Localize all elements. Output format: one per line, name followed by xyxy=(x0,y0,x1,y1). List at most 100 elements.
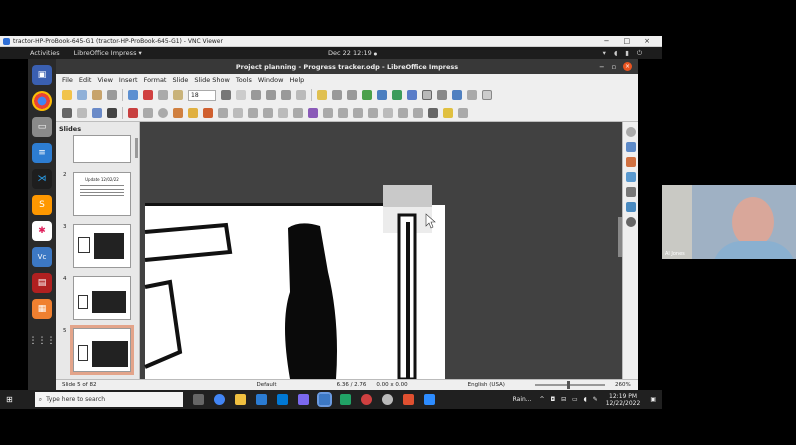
basic-shapes-icon[interactable] xyxy=(218,107,228,118)
arrow-icon[interactable] xyxy=(173,107,183,118)
slide-transition-icon[interactable] xyxy=(625,142,636,152)
templates-icon[interactable] xyxy=(77,90,87,100)
select-icon[interactable] xyxy=(62,107,72,118)
search-box[interactable]: ⌕ Type here to search xyxy=(34,392,183,407)
zoom-slider-handle[interactable] xyxy=(566,381,570,389)
cut-icon[interactable] xyxy=(143,90,153,100)
flowchart-icon[interactable] xyxy=(263,107,273,118)
styles-icon[interactable] xyxy=(625,187,636,197)
block-arrows-icon[interactable] xyxy=(248,107,258,118)
master-name[interactable]: Default xyxy=(256,382,276,388)
chrome-icon[interactable] xyxy=(32,91,52,111)
line-color-icon[interactable] xyxy=(107,107,117,118)
activities-button[interactable]: Activities xyxy=(30,49,60,57)
outlook-taskbar-icon[interactable] xyxy=(255,394,267,405)
redo-icon[interactable] xyxy=(347,90,357,100)
chart-icon[interactable] xyxy=(407,90,417,100)
screen-icon[interactable]: ▣ xyxy=(32,65,52,85)
menu-file[interactable]: File xyxy=(62,76,73,84)
callouts-icon[interactable] xyxy=(278,107,288,118)
undo-icon[interactable] xyxy=(332,90,342,100)
window-close-button[interactable]: × xyxy=(623,62,632,71)
close-button[interactable]: × xyxy=(644,37,650,45)
3d-objects-icon[interactable] xyxy=(308,107,318,118)
fill-color-icon[interactable] xyxy=(92,107,102,118)
arrange-icon[interactable] xyxy=(353,107,363,118)
onenote-taskbar-icon[interactable] xyxy=(297,394,309,405)
points-icon[interactable] xyxy=(428,107,438,118)
glue-points-icon[interactable] xyxy=(443,107,453,118)
docs-icon[interactable]: ≡ xyxy=(32,143,52,163)
menu-slide[interactable]: Slide xyxy=(172,76,188,84)
copy-icon[interactable] xyxy=(158,90,168,100)
align-right-icon[interactable] xyxy=(266,90,276,100)
window-maximize-icon[interactable]: ▫ xyxy=(612,63,616,71)
slide-thumb-4[interactable]: 4 xyxy=(60,276,136,322)
ellipse-icon[interactable] xyxy=(158,107,168,118)
rectangle-icon[interactable] xyxy=(143,107,153,118)
weather-text[interactable]: Rain... xyxy=(513,396,532,403)
explorer-taskbar-icon[interactable] xyxy=(234,394,246,405)
network-icon[interactable]: ▾ xyxy=(603,49,606,58)
fontwork-icon[interactable] xyxy=(422,90,432,100)
task-view-icon[interactable] xyxy=(192,394,204,405)
justify-icon[interactable] xyxy=(281,90,291,100)
distribute-icon[interactable] xyxy=(368,107,378,118)
language[interactable]: English (USA) xyxy=(468,382,505,388)
stack-icon[interactable]: ▤ xyxy=(32,273,52,293)
minimize-button[interactable]: − xyxy=(604,37,610,45)
spelling-icon[interactable] xyxy=(362,90,372,100)
notes-icon[interactable]: ▦ xyxy=(32,299,52,319)
slide-thumb-5[interactable]: 5 xyxy=(60,325,136,375)
brave-taskbar-icon[interactable] xyxy=(402,394,414,405)
new-icon[interactable] xyxy=(62,90,72,100)
symbol-shapes-icon[interactable] xyxy=(233,107,243,118)
special-character-icon[interactable] xyxy=(437,90,447,100)
windows-start-icon[interactable]: ⊞ xyxy=(6,395,13,404)
image-icon[interactable] xyxy=(377,90,387,100)
hyperlink-icon[interactable] xyxy=(452,90,462,100)
crop-icon[interactable] xyxy=(398,107,408,118)
mail-taskbar-icon[interactable] xyxy=(276,394,288,405)
align-center-icon[interactable] xyxy=(251,90,261,100)
volume-icon[interactable]: ◖ xyxy=(614,49,617,58)
vscode-icon[interactable]: ⋊ xyxy=(32,169,52,189)
font-size-field[interactable]: 18 xyxy=(188,89,216,101)
line-spacing-icon[interactable] xyxy=(296,90,306,100)
master-slides-icon[interactable] xyxy=(625,172,636,182)
animation-icon[interactable] xyxy=(625,157,636,167)
properties-icon[interactable] xyxy=(625,127,636,137)
slack-icon[interactable]: ✱ xyxy=(32,221,52,241)
menu-insert[interactable]: Insert xyxy=(119,76,138,84)
shadow-icon[interactable] xyxy=(383,107,393,118)
user-taskbar-icon[interactable] xyxy=(381,394,393,405)
power-icon[interactable]: ⏻ xyxy=(637,49,642,58)
slide-canvas[interactable] xyxy=(140,122,622,379)
paste-icon[interactable] xyxy=(173,90,183,100)
table-icon[interactable] xyxy=(392,90,402,100)
comment-icon[interactable] xyxy=(467,90,477,100)
vnc-taskbar-icon[interactable] xyxy=(316,392,332,407)
filter-icon[interactable] xyxy=(413,107,423,118)
highlight-icon[interactable] xyxy=(317,90,327,100)
app-menu[interactable]: LibreOffice Impress ▾ xyxy=(74,49,142,57)
align-objects-icon[interactable] xyxy=(338,107,348,118)
excel-taskbar-icon[interactable] xyxy=(339,394,351,405)
line-icon[interactable] xyxy=(128,107,138,118)
open-icon[interactable] xyxy=(92,90,102,100)
menu-edit[interactable]: Edit xyxy=(79,76,92,84)
rotate-icon[interactable] xyxy=(323,107,333,118)
battery-icon[interactable]: ▮ xyxy=(625,49,629,58)
navigator-icon[interactable] xyxy=(625,217,636,227)
save-icon[interactable] xyxy=(107,90,117,100)
export-icon[interactable] xyxy=(128,90,138,100)
connector-icon[interactable] xyxy=(203,107,213,118)
slide-thumb-3[interactable]: 3 xyxy=(60,224,136,270)
vnc-icon[interactable]: Vc xyxy=(32,247,52,267)
align-left-icon[interactable] xyxy=(236,90,246,100)
clock[interactable]: Dec 22 12:19 ● xyxy=(328,49,377,57)
maximize-button[interactable]: □ xyxy=(624,37,631,45)
zoom-taskbar-icon[interactable] xyxy=(423,394,435,405)
zoom-level[interactable]: 260% xyxy=(615,382,631,388)
files-icon[interactable]: ▭ xyxy=(32,117,52,137)
